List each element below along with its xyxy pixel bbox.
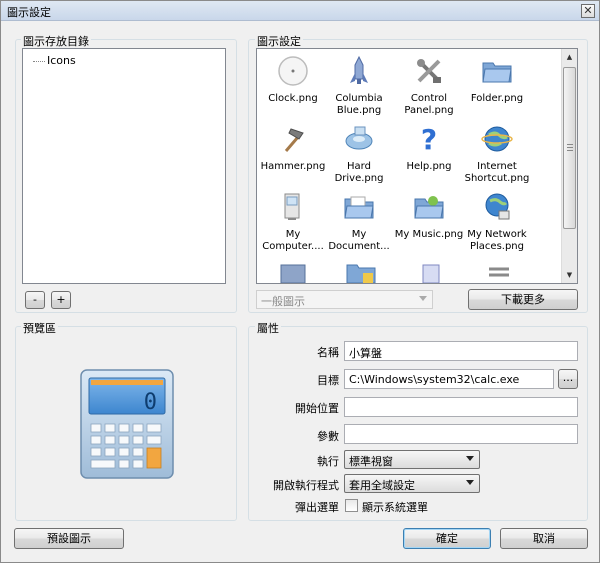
icon-tile-hard-drive[interactable]: Hard Drive.png [323,123,395,185]
hammer-icon [284,128,304,152]
close-button[interactable]: ✕ [581,4,595,18]
directory-group-title: 圖示存放目錄 [21,33,91,49]
icon-gallery-scrollbar[interactable]: ▲ ▼ [561,49,577,283]
icon-tile-my-network-places[interactable]: My Network Places.png [461,191,533,253]
icon-tile-my-music[interactable]: My Music.png [393,191,465,241]
computer-icon [284,193,300,220]
icon-tile-my-computer[interactable]: My Computer.... [257,191,329,253]
grip-line [567,150,573,151]
svg-text:0: 0 [144,390,157,415]
target-field-value: C:\Windows\system32\calc.exe [349,373,520,386]
icon-tile-label: Hard Drive.png [334,161,384,184]
control-panel-icon [417,59,441,83]
icon-tile-control-panel[interactable]: Control Panel.png [393,55,465,117]
calculator-icon: 0 [80,369,174,479]
rocket-icon [350,55,368,84]
preview-group-title: 預覽區 [21,320,58,336]
run-mode-select[interactable]: 標準視窗 [344,450,480,469]
browse-button[interactable]: ... [558,369,578,389]
show-system-menu-label[interactable]: 顯示系統選單 [362,499,428,515]
hard-drive-icon [345,126,373,150]
target-field[interactable]: C:\Windows\system32\calc.exe [344,369,554,389]
parameters-label: 參數 [317,430,339,443]
icon-settings-dialog: 圖示設定 ✕ 圖示存放目錄 Icons - + 圖示設定 Clock.png C… [0,0,600,563]
icon-tile-label: Columbia Blue.png [335,93,383,116]
partial-icon-folder [346,264,376,283]
target-label: 目標 [317,374,339,387]
start-in-field[interactable] [344,397,578,417]
folder-icon [482,62,512,83]
icon-tile-hammer[interactable]: Hammer.png [257,123,329,173]
name-field[interactable]: 小算盤 [344,341,578,361]
start-in-label: 開始位置 [295,402,339,415]
scroll-up-arrow-icon[interactable]: ▲ [562,49,577,65]
icon-tile-my-documents[interactable]: My Document... [323,191,395,253]
properties-group-title: 屬性 [255,320,281,336]
chevron-down-icon [466,456,474,461]
scroll-down-arrow-icon[interactable]: ▼ [562,267,577,283]
icon-tile-columbia-blue[interactable]: Columbia Blue.png [323,55,395,117]
icon-category-value: 一般圖示 [261,295,305,308]
icon-tile-clock[interactable]: Clock.png [257,55,329,105]
icon-tile-label: Hammer.png [260,161,326,172]
globe-icon [481,126,513,152]
name-field-value: 小算盤 [349,347,382,360]
open-with-label: 開啟執行程式 [273,479,339,492]
documents-folder-icon [344,196,374,219]
icon-tile-label: Help.png [406,161,452,172]
network-icon [485,193,510,220]
popup-menu-label: 彈出選單 [295,501,339,514]
icon-tile-label: Clock.png [268,93,318,104]
music-folder-icon [414,196,444,219]
run-label: 執行 [317,455,339,468]
icon-settings-group-title: 圖示設定 [255,33,303,49]
tree-item-icons[interactable]: Icons [33,54,76,67]
icon-tile-label: Folder.png [470,93,524,104]
clock-icon [278,56,308,86]
remove-directory-button[interactable]: - [25,291,45,309]
icon-tile-label: My Music.png [394,229,464,240]
default-icon-button[interactable]: 預設圖示 [14,528,124,549]
directory-tree[interactable]: Icons [22,48,226,284]
help-icon: ? [421,123,437,156]
cancel-button[interactable]: 取消 [500,528,588,549]
icon-tile-label: Internet Shortcut.png [464,161,530,184]
download-more-button[interactable]: 下載更多 [468,289,578,310]
chevron-down-icon [466,480,474,485]
grip-line [567,144,573,145]
show-system-menu-checkbox[interactable] [345,499,358,512]
add-directory-button[interactable]: + [51,291,71,309]
tree-item-label: Icons [47,54,76,67]
icon-tile-label: My Computer.... [262,229,324,252]
svg-text:?: ? [421,123,437,155]
icon-gallery[interactable]: Clock.png Columbia Blue.png Control Pane… [256,48,578,284]
chevron-down-icon [419,296,427,301]
partial-icon-tools [489,267,509,277]
icon-tile-label: My Network Places.png [467,229,527,252]
ok-button[interactable]: 確定 [403,528,491,549]
tree-connector [33,60,45,62]
icon-tile-folder[interactable]: Folder.png [461,55,533,105]
title-bar: 圖示設定 ✕ [1,1,599,21]
name-label: 名稱 [317,346,339,359]
open-with-select[interactable]: 套用全域設定 [344,474,480,493]
partial-icon-folder [280,264,306,283]
open-with-value: 套用全域設定 [349,479,415,492]
icon-tile-label: My Document... [328,229,390,252]
icon-category-select[interactable]: 一般圖示 [256,290,433,309]
icon-tile-internet-shortcut[interactable]: Internet Shortcut.png [461,123,533,185]
grip-line [567,147,573,148]
partial-icon-notepad [422,264,440,283]
window-title: 圖示設定 [7,6,51,19]
parameters-field[interactable] [344,424,578,444]
icon-tile-label: Control Panel.png [404,93,454,116]
run-mode-value: 標準視窗 [349,455,393,468]
scroll-thumb[interactable] [563,67,576,229]
icon-tile-help[interactable]: ? Help.png [393,123,465,173]
